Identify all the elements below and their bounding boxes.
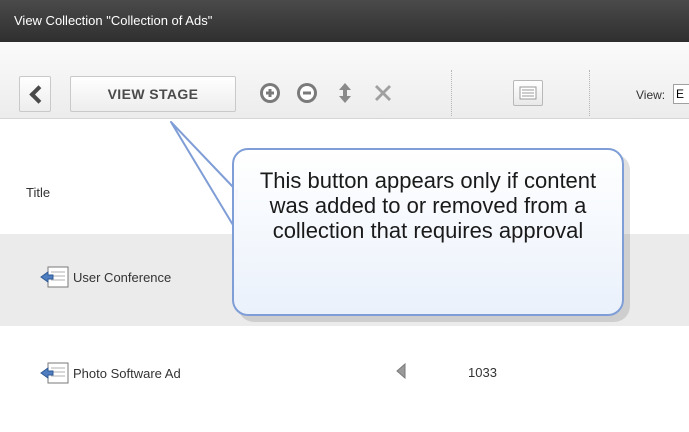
x-icon[interactable] (371, 81, 395, 105)
up-down-arrows-icon[interactable] (333, 81, 357, 105)
list-icon (519, 86, 537, 100)
callout-text: This button appears only if content was … (259, 168, 597, 243)
column-header-title[interactable]: Title (26, 185, 50, 200)
minus-circle-icon[interactable] (295, 81, 319, 105)
list-view-button[interactable] (513, 80, 543, 106)
row-title[interactable]: User Conference (73, 270, 171, 285)
toolbar-divider (589, 70, 590, 116)
window-title: View Collection "Collection of Ads" (0, 0, 689, 42)
plus-circle-icon[interactable] (258, 81, 282, 105)
row-title[interactable]: Photo Software Ad (73, 366, 181, 381)
document-icon (40, 362, 69, 384)
document-icon (40, 266, 69, 288)
toolbar: VIEW STAGE View: E (0, 42, 689, 119)
left-arrow-icon[interactable] (395, 363, 407, 379)
back-button[interactable] (19, 76, 51, 112)
view-select[interactable]: E (673, 84, 689, 104)
view-label: View: (636, 88, 666, 102)
callout-tooltip: This button appears only if content was … (232, 148, 624, 316)
table-row[interactable]: Photo Software Ad 1033 (0, 326, 689, 422)
toolbar-divider (451, 70, 452, 116)
view-stage-button[interactable]: VIEW STAGE (70, 76, 236, 112)
row-id: 1033 (468, 365, 497, 380)
